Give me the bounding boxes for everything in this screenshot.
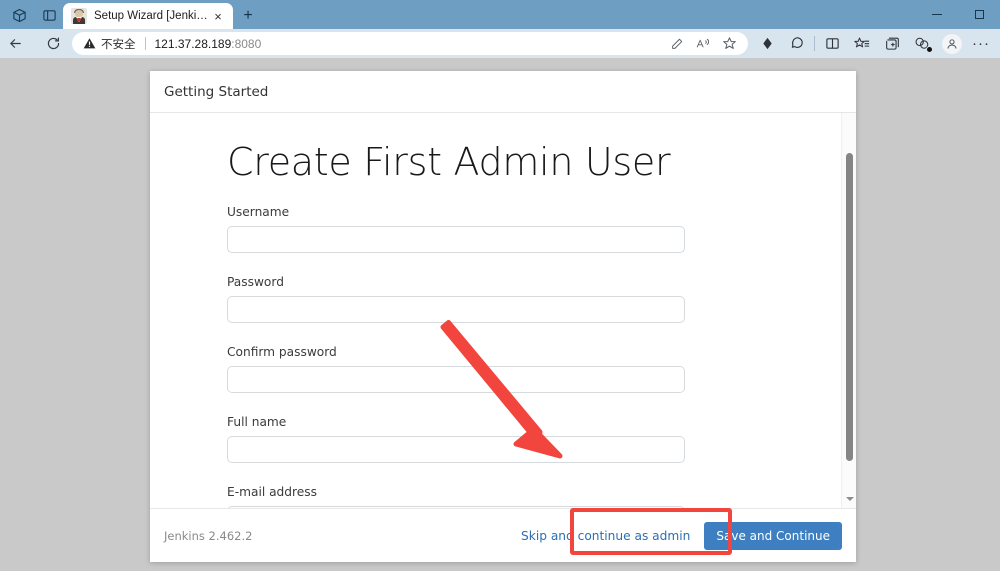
- getting-started-title: Getting Started: [164, 83, 269, 100]
- reload-button[interactable]: [38, 29, 68, 58]
- email-input[interactable]: [227, 505, 685, 508]
- profile-button[interactable]: [937, 29, 967, 58]
- password-input[interactable]: [227, 295, 685, 323]
- tab-actions-icon[interactable]: [40, 6, 58, 24]
- collections-icon[interactable]: [847, 29, 877, 58]
- url-host: 121.37.28.189: [154, 36, 232, 51]
- edit-pen-icon[interactable]: [664, 32, 690, 55]
- omnibox-divider: [144, 37, 146, 50]
- browser-window: Setup Wizard [Jenkins] × + 不安全 121.37.28…: [0, 0, 1000, 571]
- card-footer: Jenkins 2.462.2 Skip and continue as adm…: [150, 508, 856, 562]
- page-viewport: Getting Started Create First Admin User …: [0, 58, 1000, 571]
- jenkins-version-label: Jenkins 2.462.2: [164, 528, 253, 543]
- tab-title: Setup Wizard [Jenkins]: [94, 10, 209, 22]
- field-label-full-name: Full name: [227, 414, 287, 429]
- card-header: Getting Started: [150, 71, 856, 113]
- address-bar[interactable]: 不安全 121.37.28.189:8080: [72, 32, 748, 55]
- warning-triangle-icon: [83, 37, 96, 50]
- field-confirm-password: Confirm password: [227, 345, 856, 393]
- browser-essentials-icon[interactable]: [907, 29, 937, 58]
- card-body: Create First Admin User Username Passwor…: [150, 113, 856, 508]
- favorite-star-icon[interactable]: [716, 32, 742, 55]
- footer-actions: Skip and continue as admin Save and Cont…: [517, 521, 842, 550]
- back-button[interactable]: [0, 29, 30, 58]
- avatar: [942, 33, 962, 54]
- maximize-button[interactable]: [958, 0, 1000, 29]
- scrollbar-thumb[interactable]: [846, 153, 853, 461]
- copilot-icon[interactable]: [782, 29, 812, 58]
- url-port: :8080: [231, 36, 262, 51]
- field-label-confirm-password: Confirm password: [227, 344, 337, 359]
- confirm-password-input[interactable]: [227, 365, 685, 393]
- workspaces-icon[interactable]: [10, 6, 28, 24]
- content-scrollbar[interactable]: [841, 113, 856, 508]
- field-full-name: Full name: [227, 415, 856, 463]
- window-controls: [916, 0, 1000, 29]
- username-input[interactable]: [227, 225, 685, 253]
- browser-panel-icon[interactable]: [817, 29, 847, 58]
- minimize-button[interactable]: [916, 0, 958, 29]
- tab-strip: Setup Wizard [Jenkins] × +: [0, 0, 1000, 29]
- more-settings-icon[interactable]: ···: [967, 29, 995, 58]
- field-label-username: Username: [227, 204, 290, 219]
- field-password: Password: [227, 275, 856, 323]
- save-and-continue-button[interactable]: Save and Continue: [704, 521, 842, 550]
- address-bar-url: 121.37.28.189:8080: [155, 37, 262, 51]
- scrollbar-down-arrow-icon[interactable]: [842, 492, 856, 506]
- new-tab-button[interactable]: +: [238, 6, 258, 26]
- jenkins-butler-favicon: [71, 8, 87, 24]
- omnibox-actions: [664, 32, 748, 55]
- security-status-text: 不安全: [101, 36, 136, 51]
- field-email: E-mail address: [227, 485, 856, 508]
- page-title: Create First Admin User: [227, 140, 671, 184]
- admin-user-form: Create First Admin User Username Passwor…: [150, 113, 856, 508]
- field-username: Username: [227, 205, 856, 253]
- close-tab-icon[interactable]: ×: [209, 7, 227, 25]
- setup-wizard-card: Getting Started Create First Admin User …: [150, 71, 856, 562]
- add-tab-group-icon[interactable]: [877, 29, 907, 58]
- full-name-input[interactable]: [227, 435, 685, 463]
- browser-tab[interactable]: Setup Wizard [Jenkins] ×: [63, 3, 233, 29]
- essentials-badge: [926, 46, 933, 53]
- field-label-email: E-mail address: [227, 484, 317, 499]
- field-label-password: Password: [227, 274, 284, 289]
- toolbar-divider: [814, 36, 815, 51]
- split-screen-icon[interactable]: [752, 29, 782, 58]
- toolbar-right-actions: ···: [752, 29, 995, 58]
- skip-and-continue-as-admin-link[interactable]: Skip and continue as admin: [517, 523, 694, 549]
- read-aloud-icon[interactable]: [690, 32, 716, 55]
